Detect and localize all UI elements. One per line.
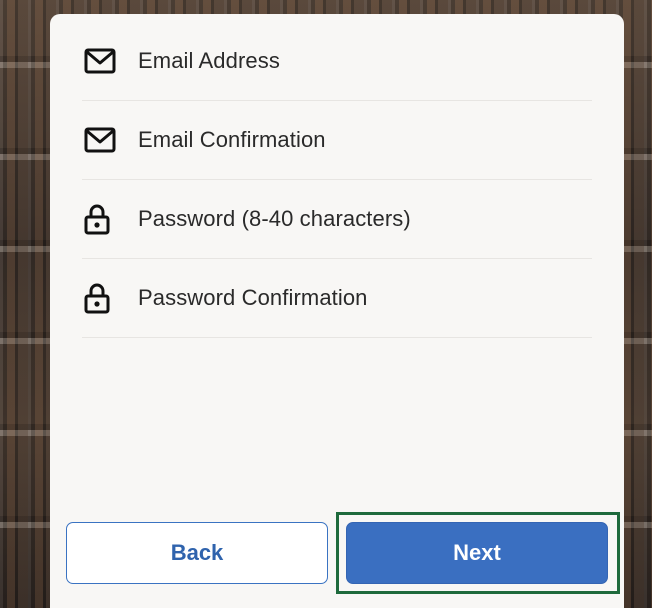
next-button-label: Next (453, 540, 501, 565)
password-confirmation-placeholder: Password Confirmation (138, 285, 368, 310)
lock-icon (84, 283, 118, 314)
email-field-placeholder: Email Address (138, 48, 280, 73)
envelope-icon (84, 46, 118, 76)
email-confirmation-placeholder: Email Confirmation (138, 127, 326, 152)
password-confirmation-field[interactable]: Password Confirmation (82, 259, 592, 338)
email-field[interactable]: Email Address (82, 22, 592, 101)
lock-icon (84, 204, 118, 235)
email-confirmation-field[interactable]: Email Confirmation (82, 101, 592, 180)
back-button[interactable]: Back (66, 522, 328, 584)
back-button-label: Back (170, 540, 224, 565)
registration-form: Email Address Email Confirmation Passwor… (82, 22, 592, 338)
password-field[interactable]: Password (8-40 characters) (82, 180, 592, 259)
next-button[interactable]: Next (346, 522, 608, 584)
envelope-icon (84, 125, 118, 155)
password-placeholder: Password (8-40 characters) (138, 206, 411, 231)
registration-card: Email Address Email Confirmation Passwor… (50, 14, 624, 608)
